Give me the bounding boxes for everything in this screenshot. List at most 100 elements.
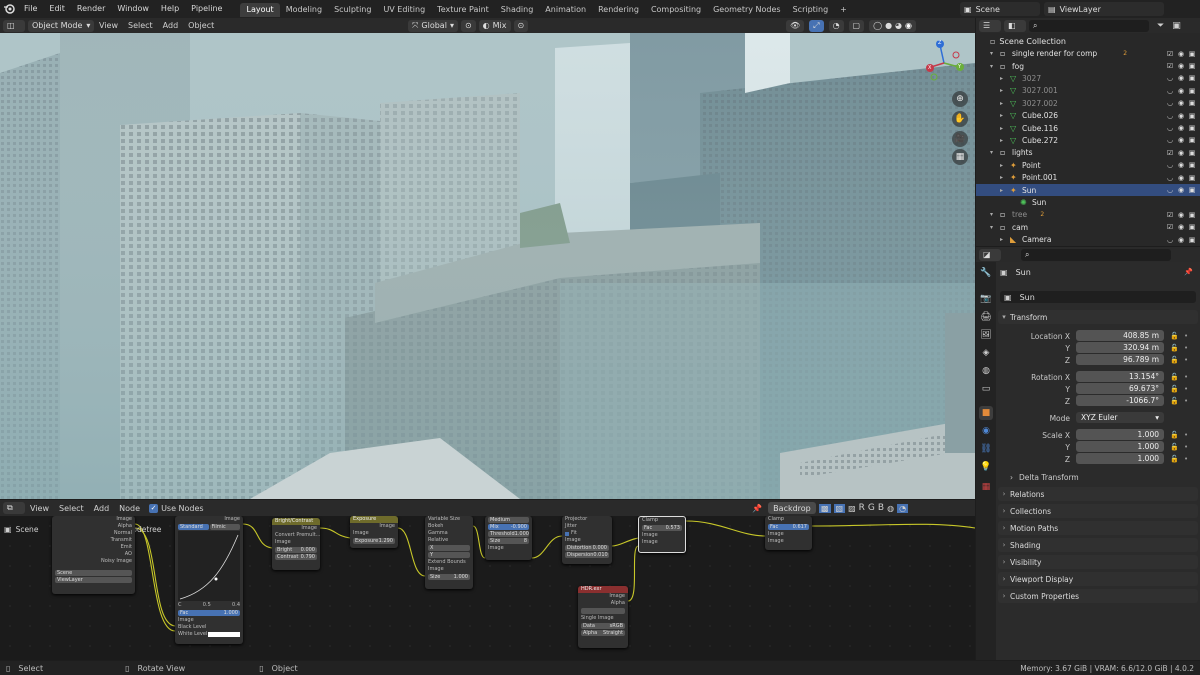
outliner-search[interactable]: ⌕ <box>1029 19 1149 32</box>
chevron-right-icon[interactable]: ▸ <box>1000 87 1003 94</box>
curves-mode-filmic[interactable]: Filmic <box>209 524 240 530</box>
scene-selector[interactable]: ▣ Scene <box>960 2 1040 16</box>
render-camera-icon[interactable]: ▣ <box>1188 161 1196 169</box>
outliner-row[interactable]: ▾ ▫ cam ☑ ◉ ▣ <box>976 221 1200 233</box>
render-camera-icon[interactable]: ▣ <box>1188 50 1196 58</box>
keyframe-dot-icon[interactable]: • <box>1184 431 1188 439</box>
properties-type-button[interactable]: ◪ <box>979 248 1001 261</box>
glare-size-field[interactable]: Size 1.000 <box>428 574 470 580</box>
overlay-toggle[interactable]: ◔ <box>828 19 844 32</box>
scale-x-field[interactable]: 1.000 <box>1076 429 1164 440</box>
eye-icon[interactable]: ◉ <box>1177 211 1185 219</box>
eye-icon[interactable]: ◉ <box>1177 99 1185 107</box>
render-camera-icon[interactable]: ▣ <box>1188 236 1196 244</box>
outliner-row[interactable]: ▸ ✦ Point ◡ ◉ ▣ <box>976 159 1200 171</box>
menu-file[interactable]: File <box>18 0 43 18</box>
node-mix[interactable]: Clamp Fac 0.573 Image Image <box>638 516 686 553</box>
filter-size-field[interactable]: Size 8 <box>488 538 529 544</box>
select-arrow-icon[interactable]: ◡ <box>1166 124 1174 132</box>
chevron-down-icon[interactable]: ▾ <box>990 50 993 57</box>
lock-icon[interactable]: 🔓 <box>1170 397 1179 405</box>
render-camera-icon[interactable]: ▣ <box>1188 124 1196 132</box>
tab-animation[interactable]: Animation <box>539 3 592 17</box>
eye-icon[interactable]: ◉ <box>1177 161 1185 169</box>
navigation-gizmo[interactable]: Z Y X <box>920 37 970 87</box>
editor-type-button[interactable]: ◫ <box>3 19 25 32</box>
node-overlay-icon[interactable]: ◔ <box>897 503 909 513</box>
select-arrow-icon[interactable]: ◡ <box>1166 99 1174 107</box>
lens-fit-row[interactable]: Fit <box>562 530 612 537</box>
rotation-z-field[interactable]: -1066.7° <box>1076 395 1164 406</box>
eye-icon[interactable]: ◉ <box>1177 124 1185 132</box>
channel-rgba-icon[interactable]: ▩ <box>818 503 831 513</box>
panel-viewport-display[interactable]: › Viewport Display <box>998 572 1198 586</box>
image-node-colorspace[interactable]: Data sRGB <box>581 623 625 629</box>
display-mode-button[interactable]: ◧ <box>1004 19 1026 32</box>
shading-modes[interactable]: ◯ ● ◕ ◉ <box>869 19 917 32</box>
menu-edit[interactable]: Edit <box>43 0 71 18</box>
eye-icon[interactable]: ◉ <box>1177 62 1185 70</box>
keyframe-dot-icon[interactable]: • <box>1184 443 1188 451</box>
lock-icon[interactable]: 🔓 <box>1170 455 1179 463</box>
curves-c-value[interactable]: 0.5 <box>203 602 211 609</box>
render-camera-icon[interactable]: ▣ <box>1188 149 1196 157</box>
node-snap-icon[interactable]: ◍ <box>887 504 894 513</box>
tab-uv-editing[interactable]: UV Editing <box>377 3 431 17</box>
tab-rendering[interactable]: Rendering <box>592 3 645 17</box>
node-render-layers[interactable]: Image Alpha Normal Transmit Emit AO Nois… <box>52 516 135 594</box>
rotation-x-field[interactable]: 13.154° <box>1076 371 1164 382</box>
lock-icon[interactable]: 🔓 <box>1170 443 1179 451</box>
glare-x-field[interactable]: X <box>428 545 470 551</box>
scale-y-field[interactable]: 1.000 <box>1076 441 1164 452</box>
location-x-field[interactable]: 408.85 m <box>1076 330 1164 341</box>
select-arrow-icon[interactable]: ◡ <box>1166 112 1174 120</box>
filter-icon[interactable]: ⏷ <box>1157 21 1164 31</box>
use-nodes-checkbox[interactable]: ✓ Use Nodes <box>149 503 204 513</box>
select-arrow-icon[interactable]: ◡ <box>1166 74 1174 82</box>
eye-icon[interactable]: ◉ <box>1177 236 1185 244</box>
pin-icon[interactable]: 📌 <box>1184 268 1193 276</box>
view-layer-tab-icon[interactable]: 🖼 <box>979 328 993 342</box>
node-menu-node[interactable]: Node <box>114 504 145 513</box>
node-menu-select[interactable]: Select <box>54 504 89 513</box>
compositor-node-editor[interactable]: ▣ Scene › ⧉ Compositing Nodetree Image A… <box>0 516 975 660</box>
tab-sculpting[interactable]: Sculpting <box>328 3 377 17</box>
tab-layout[interactable]: Layout <box>240 2 280 17</box>
outliner-row[interactable]: ▸ ✦ Sun ◡ ◉ ▣ <box>976 183 1200 197</box>
lock-icon[interactable]: 🔓 <box>1170 385 1179 393</box>
wireframe-shading-icon[interactable]: ◯ <box>873 21 882 30</box>
channel-r-button[interactable]: R <box>859 503 865 513</box>
viewport-menu-add[interactable]: Add <box>158 21 184 30</box>
channel-g-button[interactable]: G <box>868 503 875 513</box>
render-camera-icon[interactable]: ▣ <box>1188 223 1196 231</box>
menu-pipeline[interactable]: Pipeline <box>185 0 228 18</box>
blender-logo-icon[interactable] <box>0 0 18 18</box>
texture-tab-icon[interactable]: ▦ <box>979 480 993 494</box>
render-camera-icon[interactable]: ▣ <box>1188 62 1196 70</box>
location-z-field[interactable]: 96.789 m <box>1076 354 1164 365</box>
outliner-row[interactable]: ▸ ▽ 3027 ◡ ◉ ▣ <box>976 72 1200 84</box>
chevron-right-icon[interactable]: ▸ <box>1000 236 1003 243</box>
outliner-root[interactable]: ▫ Scene Collection <box>976 35 1200 47</box>
bc-convert[interactable]: Convert Premult... <box>272 532 320 539</box>
outliner-row[interactable]: ▾ ▫ fog ☑ ◉ ▣ <box>976 60 1200 72</box>
rotation-mode-dropdown[interactable]: XYZ Euler ▾ <box>1076 412 1164 423</box>
tool-tab-icon[interactable]: 🔧 <box>979 266 993 280</box>
tab-texture-paint[interactable]: Texture Paint <box>431 3 495 17</box>
menu-window[interactable]: Window <box>111 0 155 18</box>
node-filter[interactable]: Medium Mix -0.900 Threshold 1.000 Size 8 Im… <box>485 516 532 560</box>
render-camera-icon[interactable]: ▣ <box>1188 87 1196 95</box>
outliner-row[interactable]: ▾ ▫ lights ☑ ◉ ▣ <box>976 147 1200 159</box>
material-shading-icon[interactable]: ◕ <box>895 21 902 30</box>
chevron-right-icon[interactable]: ▸ <box>1000 137 1003 144</box>
select-arrow-icon[interactable]: ◡ <box>1166 186 1174 194</box>
constraints-tab-icon[interactable]: ⛓ <box>979 442 993 456</box>
channel-alpha-icon[interactable]: ▧ <box>833 503 846 513</box>
tab-compositing[interactable]: Compositing <box>645 3 707 17</box>
lens-distortion-field[interactable]: Distortion 0.000 <box>565 545 609 551</box>
tab-shading[interactable]: Shading <box>495 3 540 17</box>
render-camera-icon[interactable]: ▣ <box>1188 211 1196 219</box>
glare-extend-bounds[interactable]: Extend Bounds <box>425 559 473 566</box>
lock-icon[interactable]: 🔓 <box>1170 332 1179 340</box>
panel-custom-properties[interactable]: › Custom Properties <box>998 589 1198 603</box>
